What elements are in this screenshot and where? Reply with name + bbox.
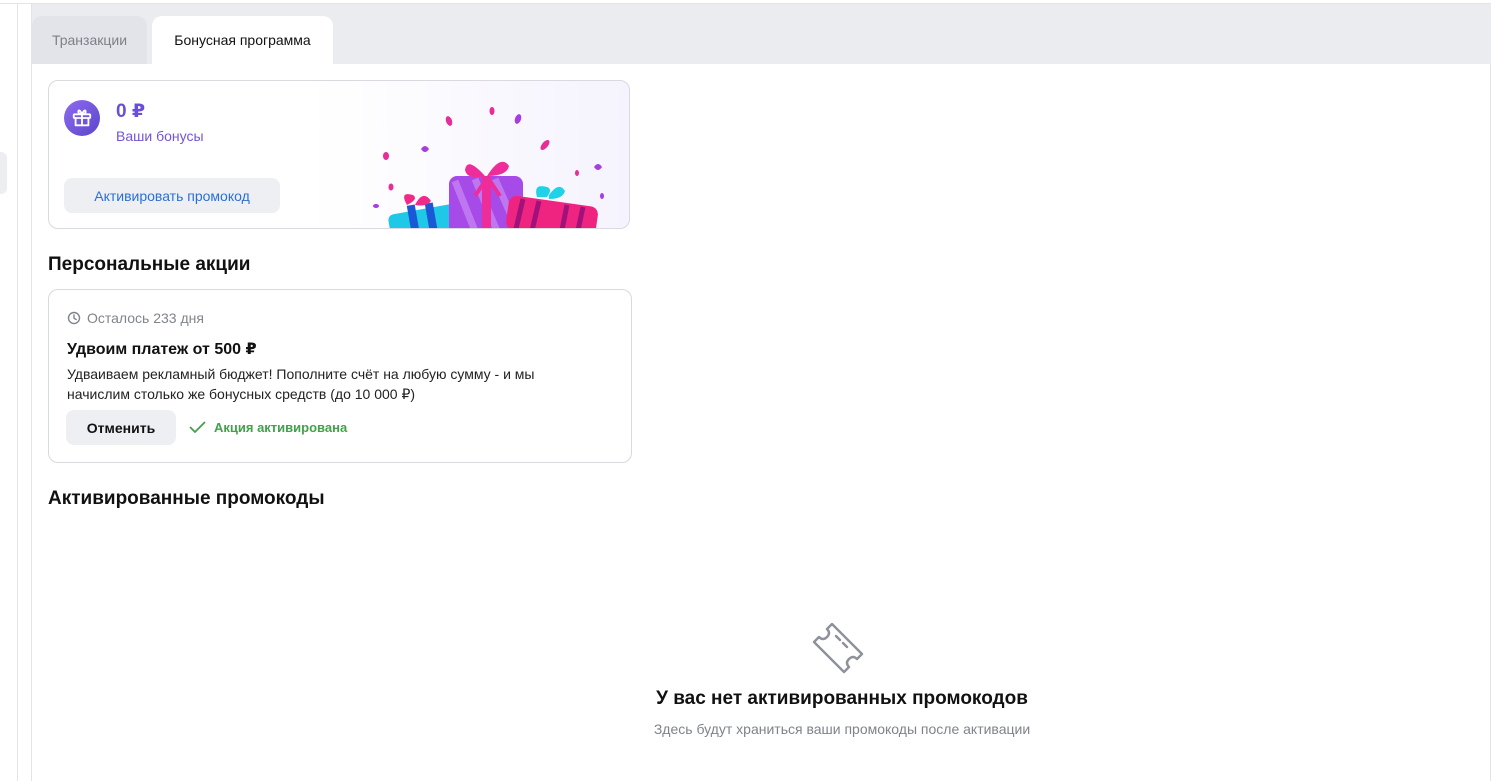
activate-promo-button[interactable]: Активировать промокод — [64, 178, 280, 213]
empty-state-title: У вас нет активированных промокодов — [656, 688, 1028, 709]
left-sidebar-edge — [0, 4, 18, 781]
page: Транзакции Бонусная программа 0 ₽ Ваши б… — [0, 0, 1491, 781]
sidebar-collapse-handle[interactable] — [0, 152, 7, 194]
main-panel: Транзакции Бонусная программа 0 ₽ Ваши б… — [31, 4, 1491, 781]
tab-transactions[interactable]: Транзакции — [32, 16, 147, 64]
promotion-status: Акция активирована — [189, 420, 347, 435]
remaining-time: Осталось 233 дня — [67, 310, 204, 326]
remaining-text: Осталось 233 дня — [87, 310, 204, 326]
activated-promocodes-heading: Активированные промокоды — [48, 488, 325, 509]
empty-state-subtitle: Здесь будут храниться ваши промокоды пос… — [653, 721, 1031, 737]
tab-bonus-program[interactable]: Бонусная программа — [152, 16, 333, 64]
bonus-label: Ваши бонусы — [116, 128, 204, 144]
status-label: Акция активирована — [214, 420, 348, 435]
bonus-balance-card: 0 ₽ Ваши бонусы Активировать промокод — [48, 80, 630, 229]
clock-icon — [67, 311, 81, 325]
promotion-title: Удвоим платеж от 500 ₽ — [67, 341, 257, 358]
promotion-description: Удваиваем рекламный бюджет! Пополните сч… — [67, 366, 535, 402]
personal-promotions-heading: Персональные акции — [48, 254, 251, 275]
ticket-icon — [812, 622, 864, 674]
promotion-card: Осталось 233 дня Удвоим платеж от 500 ₽ … — [48, 289, 632, 463]
tab-bar: Транзакции Бонусная программа — [32, 4, 1491, 64]
cancel-promotion-button[interactable]: Отменить — [66, 410, 176, 445]
checkmark-icon — [189, 421, 206, 433]
gifts-illustration — [373, 107, 604, 228]
gift-icon — [64, 100, 100, 136]
bonus-amount: 0 ₽ — [116, 101, 146, 122]
